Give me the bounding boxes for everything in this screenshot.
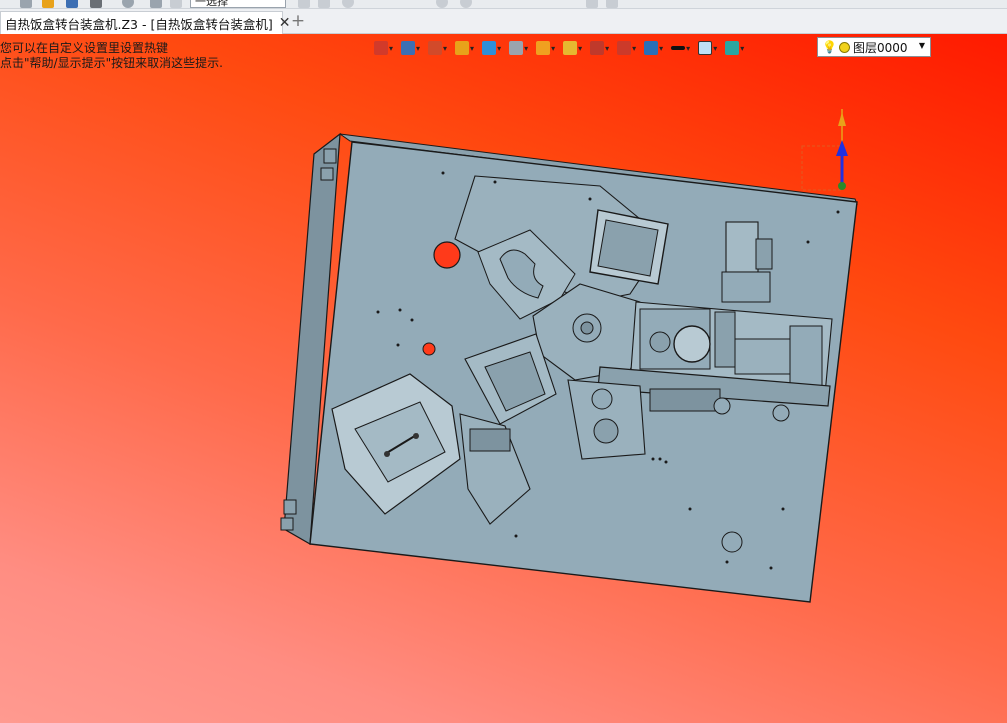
- redo-icon[interactable]: [150, 0, 162, 8]
- tool-icon-c[interactable]: [342, 0, 354, 8]
- quick-access-toolbar: 一选择: [0, 0, 1007, 9]
- sensor-ring: [591, 388, 613, 410]
- frame-inner: [597, 219, 659, 277]
- small-cylinder: [649, 331, 671, 353]
- rail-roller: [713, 397, 731, 415]
- save-icon[interactable]: [66, 0, 78, 8]
- vertical-guide: [714, 311, 736, 368]
- box-bolt-1: [384, 451, 390, 457]
- document-tab-bar: 自热饭盒转台装盒机.Z3 - [自热饭盒转台装盒机] ✕ +: [0, 9, 1007, 34]
- print-icon[interactable]: [90, 0, 102, 8]
- new-tab-button[interactable]: +: [290, 11, 306, 31]
- end-block: [789, 325, 823, 387]
- tool-icon-b[interactable]: [318, 0, 330, 8]
- motor-side: [755, 238, 773, 270]
- red-hole-small: [422, 342, 436, 356]
- filter-combo[interactable]: 一选择: [190, 0, 286, 8]
- motor-body: [725, 221, 759, 273]
- cylinder-top: [673, 325, 711, 363]
- box-bolt-2: [413, 433, 419, 439]
- lower-hole: [593, 418, 619, 444]
- tool-icon-a[interactable]: [298, 0, 310, 8]
- close-tab-icon[interactable]: ✕: [279, 15, 291, 31]
- tool-icon-d[interactable]: [436, 0, 448, 8]
- tool-icon-e[interactable]: [460, 0, 472, 8]
- 3d-viewport[interactable]: 您可以在自定义设置里设置热键 点击"帮助/显示提示"按钮来取消这些提示. ▾ ▾ ▾…: [0, 34, 1007, 723]
- tool-icon-f[interactable]: [586, 0, 598, 8]
- rail-roller-2: [772, 404, 790, 422]
- rotary-center: [580, 321, 594, 335]
- cad-model[interactable]: [0, 34, 1007, 723]
- document-tab-label: 自热饭盒转台装盒机.Z3 - [自热饭盒转台装盒机]: [5, 16, 273, 32]
- document-tab[interactable]: 自热饭盒转台装盒机.Z3 - [自热饭盒转台装盒机] ✕: [0, 11, 290, 34]
- new-file-icon[interactable]: [20, 0, 32, 8]
- bellows: [649, 388, 721, 412]
- guide-block: [734, 338, 796, 375]
- tool-icon-g[interactable]: [606, 0, 618, 8]
- red-hole-large: [433, 241, 461, 269]
- motor-base: [721, 271, 771, 303]
- foot-top-left-2: [320, 167, 334, 181]
- gear-unit: [469, 428, 511, 452]
- foot-bottom-left: [283, 499, 297, 515]
- foot-top-left: [323, 148, 337, 164]
- select-icon[interactable]: [170, 0, 182, 8]
- undo-icon[interactable]: [122, 0, 134, 8]
- foot-bottom-left-2: [280, 517, 294, 531]
- axis-triad: [801, 109, 848, 191]
- open-file-icon[interactable]: [42, 0, 54, 8]
